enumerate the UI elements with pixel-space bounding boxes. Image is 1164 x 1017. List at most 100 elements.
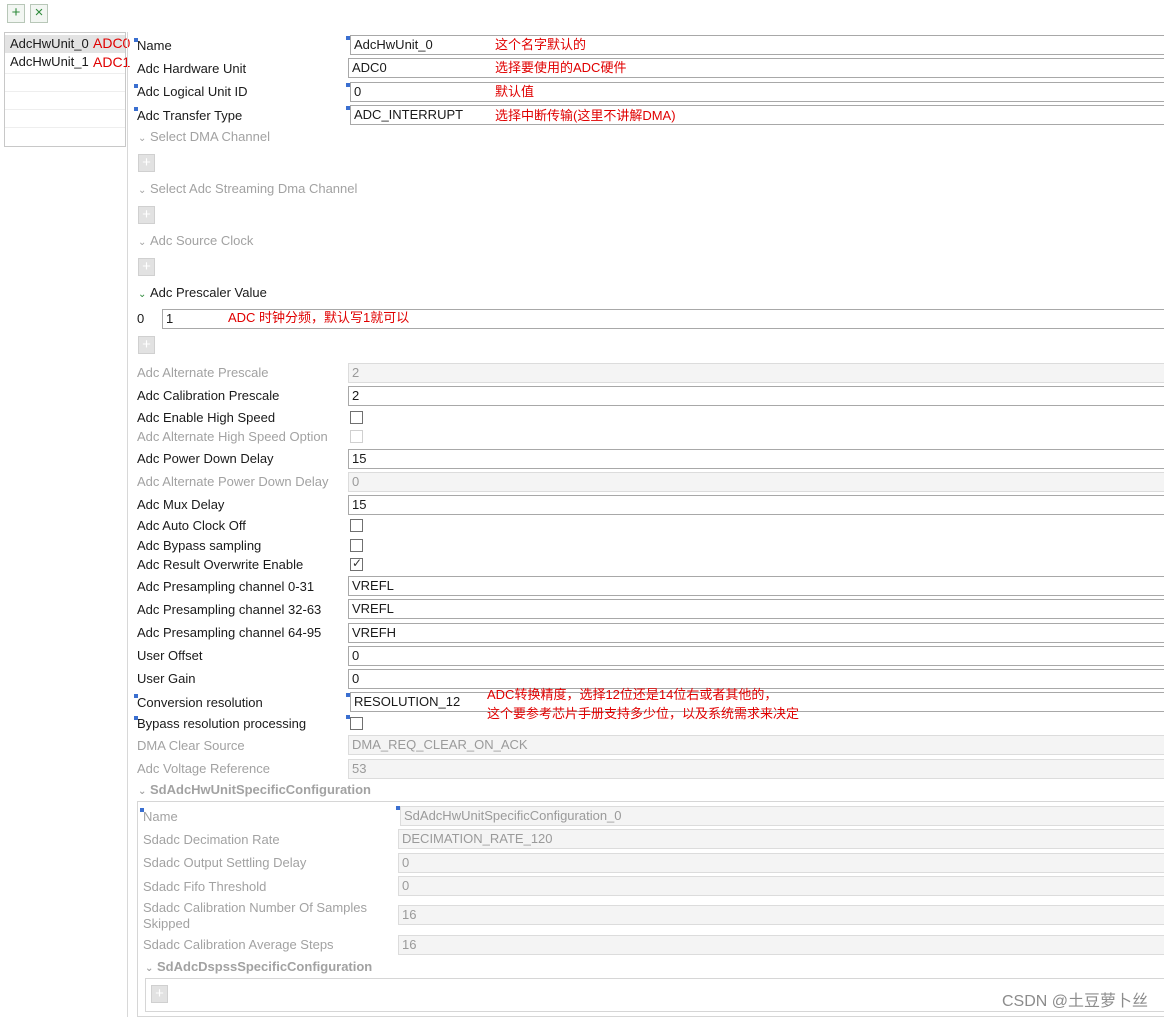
list-divider (5, 109, 125, 110)
sdadc-decimation-rate-field: DECIMATION_RATE_120 (398, 829, 1164, 849)
bypass-sampling-checkbox[interactable] (350, 539, 363, 552)
hardware-unit-select[interactable]: ADC0 (348, 58, 1164, 78)
annotation-adc1: ADC1 (93, 54, 131, 70)
section-adc-prescaler-value[interactable]: ⌄ Adc Prescaler Value (138, 285, 267, 303)
logical-unit-id-field[interactable]: 0 (350, 82, 1164, 102)
sdadc-name-label: Name (143, 809, 178, 824)
presampling-64-95-select[interactable]: VREFH (348, 623, 1164, 643)
chevron-down-icon: ⌄ (145, 963, 154, 974)
result-overwrite-label: Adc Result Overwrite Enable (137, 557, 304, 572)
presampling-32-63-select[interactable]: VREFL (348, 599, 1164, 619)
enable-high-speed-label: Adc Enable High Speed (137, 410, 276, 425)
sdadc-cal-average-label: Sdadc Calibration Average Steps (143, 937, 334, 952)
section-title: SdAdcDspssSpecificConfiguration (157, 959, 373, 974)
sdadc-cal-samples-label-2: Skipped (143, 916, 190, 931)
auto-clock-off-checkbox[interactable] (350, 519, 363, 532)
alternate-prescale-label: Adc Alternate Prescale (137, 365, 269, 380)
sdadc-fifo-threshold-label: Sdadc Fifo Threshold (143, 879, 267, 894)
result-overwrite-checkbox[interactable] (350, 556, 363, 571)
watermark: CSDN @土豆萝卜丝 (1001, 993, 1148, 1010)
sdadc-cal-average-field: 16 (398, 935, 1164, 955)
presampling-0-31-select[interactable]: VREFL (348, 576, 1164, 596)
section-title: Select Adc Streaming Dma Channel (150, 181, 358, 196)
dma-clear-source-field: DMA_REQ_CLEAR_ON_ACK (348, 735, 1164, 755)
sdadc-cal-samples-field: 16 (398, 905, 1164, 925)
list-item-label: AdcHwUnit_1 (10, 54, 89, 69)
add-dma-channel-button[interactable]: + (138, 154, 155, 172)
name-field[interactable]: AdcHwUnit_0 (350, 35, 1164, 55)
annotation-hardware-unit: 选择要使用的ADC硬件 (495, 60, 627, 75)
sdadc-cal-samples-label-1: Sdadc Calibration Number Of Samples (143, 900, 367, 915)
section-title: Select DMA Channel (150, 129, 270, 144)
sdadc-fifo-threshold-field: 0 (398, 876, 1164, 896)
annotation-transfer-type: 选择中断传输(这里不讲解DMA) (495, 108, 676, 123)
chevron-down-icon: ⌄ (138, 289, 147, 300)
name-label: Name (137, 38, 172, 53)
annotation-prescaler: ADC 时钟分频，默认写1就可以 (228, 310, 410, 325)
remove-button[interactable]: × (30, 4, 48, 23)
sdadc-output-settling-field: 0 (398, 853, 1164, 873)
power-down-delay-field[interactable]: 15 (348, 449, 1164, 469)
list-divider (5, 91, 125, 92)
add-streaming-dma-button[interactable]: + (138, 206, 155, 224)
section-sdadc-dspss-config[interactable]: ⌄ SdAdcDspssSpecificConfiguration (145, 959, 372, 977)
mux-delay-label: Adc Mux Delay (137, 497, 225, 512)
add-button[interactable]: + (7, 4, 25, 23)
sdadc-name-field: SdAdcHwUnitSpecificConfiguration_0 (400, 806, 1164, 826)
alternate-power-down-delay-label: Adc Alternate Power Down Delay (137, 474, 329, 489)
section-title: Adc Source Clock (150, 233, 254, 248)
alternate-prescale-field: 2 (348, 363, 1164, 383)
logical-unit-id-label: Adc Logical Unit ID (137, 84, 248, 99)
add-prescaler-button[interactable]: + (138, 336, 155, 354)
presampling-0-31-label: Adc Presampling channel 0-31 (137, 579, 315, 594)
voltage-reference-field: 53 (348, 759, 1164, 779)
section-title: SdAdcHwUnitSpecificConfiguration (150, 782, 371, 797)
section-select-dma-channel[interactable]: ⌄ Select DMA Channel (138, 129, 270, 147)
user-gain-field[interactable]: 0 (348, 669, 1164, 689)
add-source-clock-button[interactable]: + (138, 258, 155, 276)
dma-clear-source-label: DMA Clear Source (137, 738, 245, 753)
annotation-adc0: ADC0 (93, 35, 131, 51)
user-gain-label: User Gain (137, 671, 196, 686)
list-item-label: AdcHwUnit_0 (10, 36, 89, 51)
voltage-reference-label: Adc Voltage Reference (137, 761, 270, 776)
alternate-high-speed-checkbox (350, 430, 363, 443)
chevron-down-icon: ⌄ (138, 185, 147, 196)
calibration-prescale-label: Adc Calibration Prescale (137, 388, 280, 403)
prescaler-row-index: 0 (137, 311, 145, 326)
annotation-resolution-line2: 这个要参考芯片手册支持多少位，以及系统需求来决定 (487, 706, 800, 721)
alternate-power-down-delay-field: 0 (348, 472, 1164, 492)
alternate-high-speed-label: Adc Alternate High Speed Option (137, 429, 328, 444)
sdadc-decimation-rate-label: Sdadc Decimation Rate (143, 832, 280, 847)
bypass-sampling-label: Adc Bypass sampling (137, 538, 262, 553)
panel-divider (127, 32, 128, 1017)
hardware-unit-label: Adc Hardware Unit (137, 61, 247, 76)
transfer-type-select[interactable]: ADC_INTERRUPT (350, 105, 1164, 125)
section-adc-source-clock[interactable]: ⌄ Adc Source Clock (138, 233, 253, 251)
user-offset-field[interactable]: 0 (348, 646, 1164, 666)
mux-delay-field[interactable]: 15 (348, 495, 1164, 515)
enable-high-speed-checkbox[interactable] (350, 411, 363, 424)
list-divider (5, 127, 125, 128)
chevron-down-icon: ⌄ (138, 786, 147, 797)
list-divider (5, 73, 125, 74)
annotation-logical-unit-id: 默认值 (495, 84, 535, 99)
calibration-prescale-field[interactable]: 2 (348, 386, 1164, 406)
transfer-type-label: Adc Transfer Type (137, 108, 243, 123)
sdadc-output-settling-label: Sdadc Output Settling Delay (143, 855, 307, 870)
bypass-resolution-checkbox[interactable] (350, 717, 363, 730)
conversion-resolution-label: Conversion resolution (137, 695, 263, 710)
chevron-down-icon: ⌄ (138, 237, 147, 248)
chevron-down-icon: ⌄ (138, 133, 147, 144)
presampling-64-95-label: Adc Presampling channel 64-95 (137, 625, 322, 640)
power-down-delay-label: Adc Power Down Delay (137, 451, 274, 466)
presampling-32-63-label: Adc Presampling channel 32-63 (137, 602, 322, 617)
annotation-name: 这个名字默认的 (495, 37, 587, 52)
section-sdadc-hw-unit-config[interactable]: ⌄ SdAdcHwUnitSpecificConfiguration (138, 782, 371, 800)
section-streaming-dma-channel[interactable]: ⌄ Select Adc Streaming Dma Channel (138, 181, 357, 199)
bypass-resolution-label: Bypass resolution processing (137, 716, 307, 731)
add-dspss-button[interactable]: + (151, 985, 168, 1003)
section-title: Adc Prescaler Value (150, 285, 267, 300)
user-offset-label: User Offset (137, 648, 203, 663)
annotation-resolution-line1: ADC转换精度，选择12位还是14位右或者其他的， (487, 687, 778, 702)
